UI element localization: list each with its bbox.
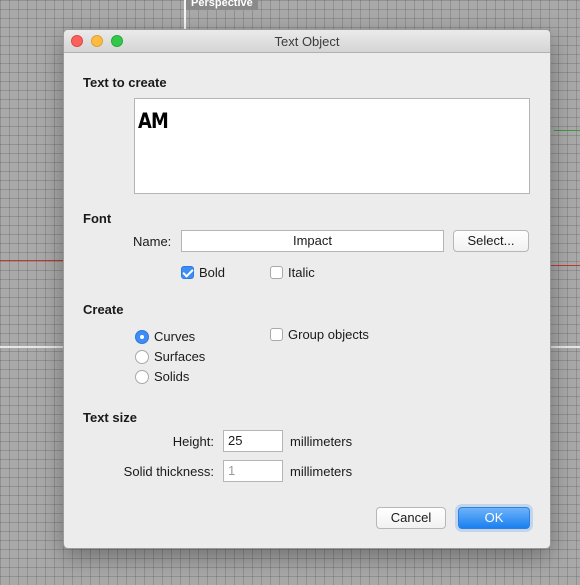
surfaces-radio[interactable] — [135, 350, 149, 364]
italic-checkbox[interactable] — [270, 266, 283, 279]
curves-label: Curves — [154, 329, 196, 344]
text-object-dialog: Text Object Text to create AM Font Name:… — [63, 29, 551, 549]
font-heading: Font — [83, 211, 112, 226]
text-to-create-heading: Text to create — [83, 75, 167, 90]
text-input-area[interactable]: AM — [134, 98, 530, 194]
dialog-title: Text Object — [274, 34, 340, 49]
cancel-button[interactable]: Cancel — [376, 507, 446, 529]
select-font-button[interactable]: Select... — [453, 230, 529, 252]
solids-radio[interactable] — [135, 370, 149, 384]
height-field[interactable]: 25 — [223, 430, 283, 452]
ok-button[interactable]: OK — [458, 507, 530, 529]
group-objects-checkbox[interactable] — [270, 328, 283, 341]
viewport-label[interactable]: Perspective — [186, 0, 258, 10]
solid-thickness-field[interactable]: 1 — [223, 460, 283, 482]
height-unit: millimeters — [290, 434, 353, 449]
title-bar[interactable]: Text Object — [64, 30, 550, 53]
font-name-field[interactable]: Impact — [181, 230, 444, 252]
text-preview: AM — [138, 109, 169, 133]
solids-label: Solids — [154, 369, 190, 384]
solid-thickness-label: Solid thickness: — [123, 464, 214, 479]
viewport-y-axis-mark — [554, 130, 580, 131]
height-label: Height: — [172, 434, 214, 449]
surfaces-label: Surfaces — [154, 349, 206, 364]
solid-thickness-unit: millimeters — [290, 464, 353, 479]
group-objects-label: Group objects — [288, 327, 369, 342]
bold-label: Bold — [199, 265, 226, 280]
viewport-x-axis-left — [0, 260, 64, 261]
viewport-x-axis-right — [548, 265, 580, 266]
text-size-heading: Text size — [83, 410, 137, 425]
italic-label: Italic — [288, 265, 315, 280]
create-heading: Create — [83, 302, 124, 317]
curves-radio[interactable] — [135, 330, 149, 344]
font-name-label: Name: — [133, 234, 172, 249]
bold-checkbox[interactable] — [181, 266, 194, 279]
